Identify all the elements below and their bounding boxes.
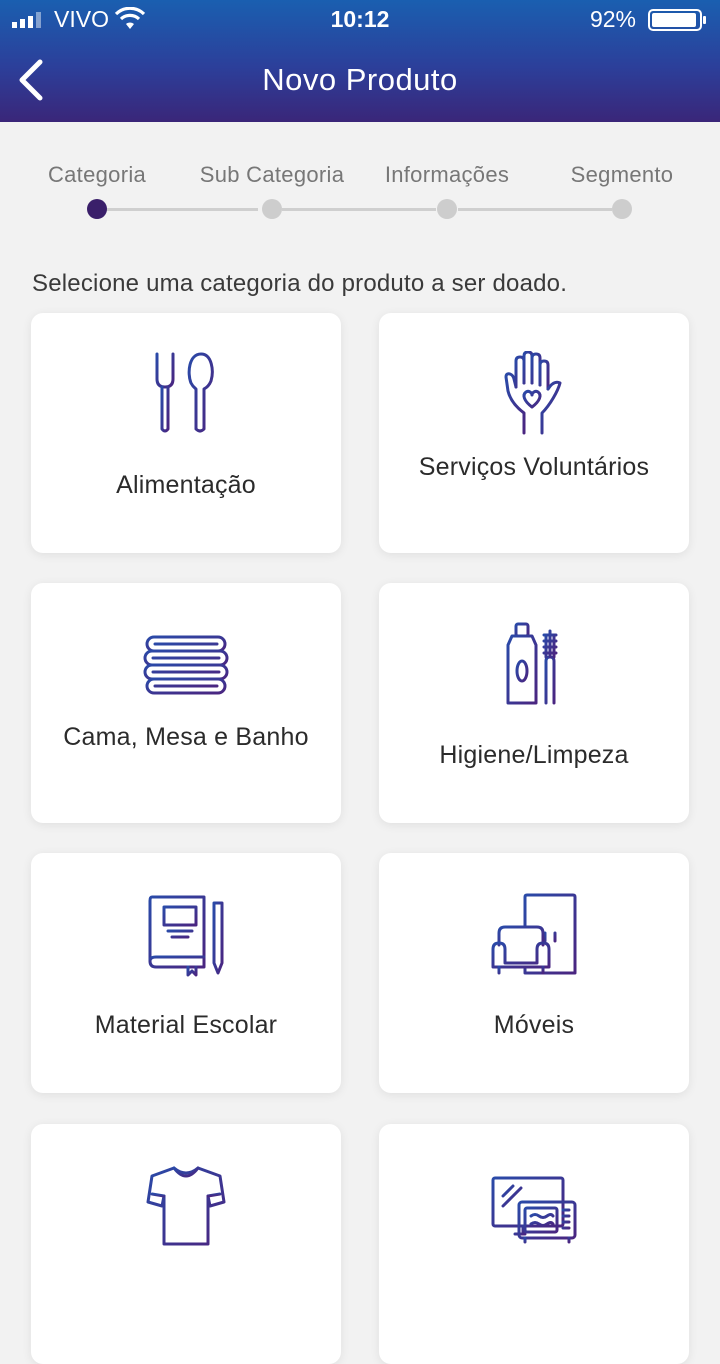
step-label-categoria: Categoria: [47, 162, 147, 187]
step-label-informacoes: Informações: [384, 162, 510, 187]
stepper-connector: [106, 208, 258, 211]
status-bar: VIVO 10:12 92%: [0, 0, 720, 40]
category-label: Alimentação: [116, 471, 256, 499]
step-dot: [262, 199, 282, 219]
category-card-cama-mesa-banho[interactable]: Cama, Mesa e Banho: [31, 583, 341, 823]
app-header: VIVO 10:12 92% Novo Produto: [0, 0, 720, 122]
category-card-eletronicos[interactable]: [379, 1124, 689, 1364]
category-card-alimentacao[interactable]: Alimentação: [31, 313, 341, 553]
tv-microwave-icon: [491, 1176, 577, 1244]
step-dot-active: [87, 199, 107, 219]
hand-heart-icon: [504, 351, 562, 435]
folded-towels-icon: [143, 635, 229, 695]
battery-icon: [648, 9, 706, 31]
category-card-moveis[interactable]: Móveis: [379, 853, 689, 1093]
fork-spoon-icon: [155, 352, 214, 433]
step-dot: [437, 199, 457, 219]
toothpaste-brush-icon: [506, 622, 558, 705]
step-dot: [612, 199, 632, 219]
instruction-text: Selecione uma categoria do produto a ser…: [32, 270, 568, 297]
category-card-material-escolar[interactable]: Material Escolar: [31, 853, 341, 1093]
step-label-sub-categoria: Sub Categoria: [199, 162, 345, 187]
category-label: Serviços Voluntários: [418, 453, 650, 481]
sofa-wardrobe-icon: [491, 893, 577, 975]
category-label: Móveis: [493, 1011, 575, 1039]
category-card-vestuario[interactable]: [31, 1124, 341, 1364]
stepper-connector: [458, 208, 612, 211]
stepper-connector: [282, 208, 436, 211]
category-label: Cama, Mesa e Banho: [63, 723, 309, 751]
category-label: Material Escolar: [94, 1011, 278, 1039]
page-title: Novo Produto: [262, 62, 458, 97]
category-card-higiene-limpeza[interactable]: Higiene/Limpeza: [379, 583, 689, 823]
category-card-servicos-voluntarios[interactable]: Serviços Voluntários: [379, 313, 689, 553]
notebook-pencil-icon: [148, 895, 224, 977]
tshirt-icon: [146, 1166, 226, 1246]
category-label: Higiene/Limpeza: [439, 741, 629, 769]
battery-percentage: 92%: [589, 6, 636, 32]
step-label-segmento: Segmento: [570, 162, 674, 187]
